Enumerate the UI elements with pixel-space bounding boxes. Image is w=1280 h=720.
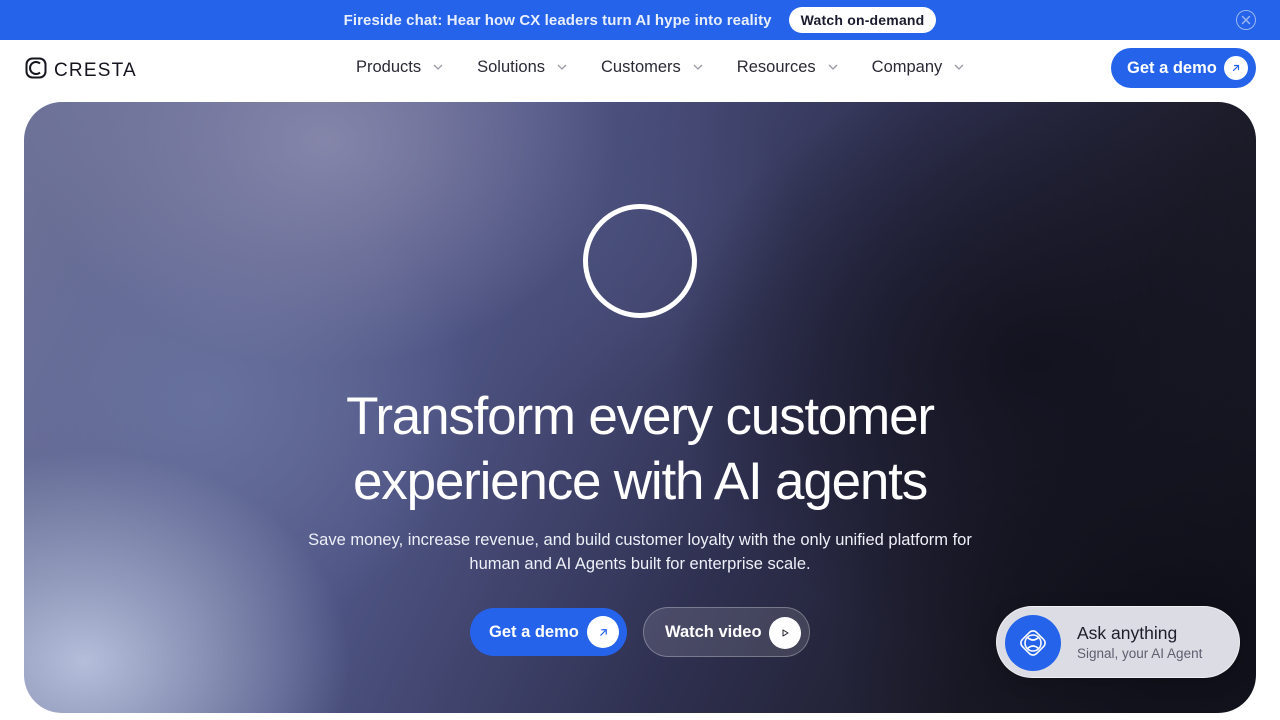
hero-circle-graphic (583, 204, 697, 318)
nav-item-label: Products (356, 58, 422, 76)
get-a-demo-button[interactable]: Get a demo (1111, 48, 1256, 88)
chevron-down-icon (954, 64, 964, 70)
nav-item-label: Solutions (477, 58, 546, 76)
nav-item-label: Customers (601, 58, 681, 76)
nav-item-customers[interactable]: Customers (601, 58, 703, 77)
hero-subtitle-line-2: human and AI Agents built for enterprise… (469, 555, 811, 573)
nav-item-solutions[interactable]: Solutions (477, 58, 567, 77)
nav-item-label: Resources (736, 58, 816, 76)
ask-anything-widget[interactable]: Ask anything Signal, your AI Agent (996, 606, 1240, 678)
watch-video-button[interactable]: Watch video (643, 607, 810, 657)
hero-title: Transform every customer experience with… (24, 384, 1256, 514)
nav-item-company[interactable]: Company (872, 58, 965, 77)
chevron-down-icon (828, 64, 838, 70)
cta-label: Get a demo (1127, 58, 1217, 77)
ask-widget-subtitle: Signal, your AI Agent (1077, 646, 1203, 661)
nav-item-products[interactable]: Products (356, 58, 443, 77)
hero-primary-label: Get a demo (489, 622, 579, 641)
chevron-down-icon (433, 64, 443, 70)
nav-item-label: Company (871, 58, 943, 76)
hero-title-line-2: experience with AI agents (353, 452, 928, 511)
logo-text: CRESTA (54, 59, 137, 81)
hero-secondary-label: Watch video (665, 622, 762, 641)
site-header: CRESTA Products Solutions Customers Reso… (0, 40, 1280, 102)
arrow-up-right-icon (587, 616, 619, 648)
hero-subtitle: Save money, increase revenue, and build … (24, 528, 1256, 576)
hero-get-a-demo-button[interactable]: Get a demo (470, 608, 627, 656)
nav-item-resources[interactable]: Resources (737, 58, 838, 77)
ask-widget-title: Ask anything (1077, 623, 1178, 643)
announcement-text: Fireside chat: Hear how CX leaders turn … (343, 11, 772, 29)
logo[interactable]: CRESTA (24, 56, 137, 85)
close-icon[interactable] (1236, 10, 1256, 30)
main-nav: Products Solutions Customers Resources C… (356, 58, 964, 77)
chevron-down-icon (693, 64, 703, 70)
chevron-down-icon (557, 64, 567, 70)
watch-on-demand-button[interactable]: Watch on-demand (788, 7, 937, 33)
arrow-up-right-icon (1224, 56, 1248, 80)
cresta-logo-icon (24, 56, 48, 85)
hero-subtitle-line-1: Save money, increase revenue, and build … (308, 531, 972, 549)
play-icon (769, 617, 801, 649)
announcement-bar: Fireside chat: Hear how CX leaders turn … (0, 0, 1280, 40)
signal-agent-icon (1005, 615, 1061, 671)
hero-title-line-1: Transform every customer (346, 387, 935, 446)
